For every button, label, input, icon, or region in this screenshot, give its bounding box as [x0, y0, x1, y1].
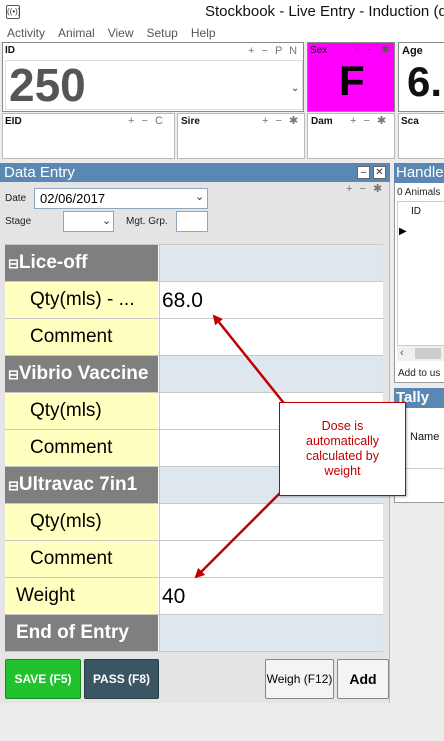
pass-button[interactable]: PASS (F8): [84, 659, 159, 699]
menu-bar: Activity Animal View Setup Help: [0, 24, 444, 42]
table-row[interactable]: Qty(mls) - ... 68.0: [5, 282, 383, 319]
row-label: ⊟Vibrio Vaccine: [5, 356, 158, 392]
sire-label: Sire: [181, 116, 200, 127]
dam-panel[interactable]: Dam + − ✱: [307, 113, 395, 159]
row-value[interactable]: [159, 356, 383, 392]
date-select[interactable]: 02/06/2017 ⌄: [34, 188, 208, 209]
minimize-button[interactable]: –: [357, 166, 370, 179]
sex-label: Sex: [310, 45, 328, 56]
row-pointer-icon: ▶: [399, 226, 407, 237]
eid-controls[interactable]: + − C: [128, 115, 165, 127]
menu-setup[interactable]: Setup: [140, 24, 184, 42]
sex-controls[interactable]: + − ✱: [354, 43, 392, 56]
table-row[interactable]: Weight 40: [5, 578, 383, 615]
scroll-left-icon[interactable]: ‹: [400, 347, 404, 359]
row-label: ⊟Lice-off: [5, 245, 158, 281]
collapse-icon[interactable]: ⊟: [8, 478, 19, 493]
row-value[interactable]: [159, 245, 383, 281]
add-to-use-label[interactable]: Add to us: [398, 368, 440, 379]
date-label: Date: [5, 193, 27, 204]
menu-help[interactable]: Help: [184, 24, 222, 42]
dam-label: Dam: [311, 116, 333, 127]
sire-controls[interactable]: + − ✱: [262, 114, 300, 127]
age-label: Age: [402, 45, 423, 57]
id-value: 250: [9, 59, 86, 111]
chevron-down-icon[interactable]: ⌄: [195, 190, 204, 203]
row-value[interactable]: [159, 615, 383, 651]
table-row[interactable]: ⊟Vibrio Vaccine: [5, 356, 383, 393]
animals-count: 0 Animals: [397, 187, 441, 198]
row-label: Qty(mls) - ...: [5, 282, 158, 318]
close-button[interactable]: ✕: [373, 166, 386, 179]
row-label: Comment: [5, 430, 158, 466]
row-value[interactable]: [159, 541, 383, 577]
menu-animal[interactable]: Animal: [51, 24, 101, 42]
table-row[interactable]: ⊟Lice-off: [5, 245, 383, 282]
sire-panel[interactable]: Sire + − ✱: [177, 113, 305, 159]
stage-select[interactable]: ⌄: [63, 211, 114, 232]
id-value-field[interactable]: 250 ⌄: [5, 59, 303, 111]
id-controls[interactable]: + − P N: [248, 45, 299, 57]
window-title: Stockbook - Live Entry - Induction (d: [205, 3, 444, 20]
id-panel: ID + − P N 250 ⌄: [2, 42, 304, 112]
handler-scrollbar[interactable]: ‹: [397, 345, 444, 361]
callout-box: Dose is automatically calculated by weig…: [279, 402, 406, 496]
title-bar: ((•)) Stockbook - Live Entry - Induction…: [0, 0, 444, 24]
add-button[interactable]: Add: [337, 659, 389, 699]
collapse-icon[interactable]: ⊟: [8, 367, 19, 382]
collapse-icon[interactable]: ⊟: [8, 256, 19, 271]
callout-text: Dose is automatically calculated by weig…: [306, 419, 379, 478]
table-row[interactable]: Qty(mls): [5, 504, 383, 541]
menu-view[interactable]: View: [101, 24, 140, 42]
row-label: Comment: [5, 541, 158, 577]
mgt-grp-input[interactable]: [176, 211, 208, 232]
menu-activity[interactable]: Activity: [0, 24, 51, 42]
age-value[interactable]: 6.: [407, 58, 442, 106]
stage-label: Stage: [5, 216, 32, 227]
row-value[interactable]: 68.0: [159, 282, 383, 318]
table-row[interactable]: Comment: [5, 319, 383, 356]
row-label: Weight: [5, 578, 158, 614]
row-label: End of Entry: [5, 615, 158, 651]
eid-panel[interactable]: EID + − C: [2, 113, 175, 159]
handler-col-id: ID: [411, 206, 421, 217]
sca-label: Sca: [401, 116, 419, 127]
mgt-grp-label: Mgt. Grp.: [126, 216, 168, 227]
handler-title: Handle: [394, 163, 444, 183]
chevron-down-icon[interactable]: ⌄: [291, 83, 299, 94]
row-value[interactable]: [159, 319, 383, 355]
eid-label: EID: [5, 116, 22, 127]
row-label: ⊟Ultravac 7in1: [5, 467, 158, 503]
row-value[interactable]: [159, 504, 383, 540]
tally-col-name: Name: [410, 431, 440, 443]
chevron-down-icon[interactable]: ⌄: [102, 214, 111, 227]
sex-panel: Sex + − ✱ F: [307, 42, 395, 112]
table-row[interactable]: Comment: [5, 541, 383, 578]
save-button[interactable]: SAVE (F5): [5, 659, 81, 699]
row-value[interactable]: 40: [159, 578, 383, 614]
dam-controls[interactable]: + − ✱: [350, 114, 388, 127]
row-label: Qty(mls): [5, 393, 158, 429]
app-icon: ((•)): [6, 5, 20, 19]
sca-panel[interactable]: Sca: [398, 113, 444, 159]
table-row[interactable]: End of Entry: [5, 615, 383, 652]
row-label: Qty(mls): [5, 504, 158, 540]
date-value: 02/06/2017: [40, 191, 106, 206]
age-panel: Age 6.: [398, 42, 444, 112]
id-label: ID: [5, 45, 15, 56]
row-label: Comment: [5, 319, 158, 355]
sex-value[interactable]: F: [339, 57, 365, 105]
data-entry-title: Data Entry: [0, 163, 390, 182]
scroll-thumb[interactable]: [415, 348, 441, 359]
data-entry-controls[interactable]: + − ✱: [346, 182, 384, 195]
handler-grid[interactable]: [397, 201, 444, 361]
weigh-button[interactable]: Weigh (F12): [265, 659, 334, 699]
